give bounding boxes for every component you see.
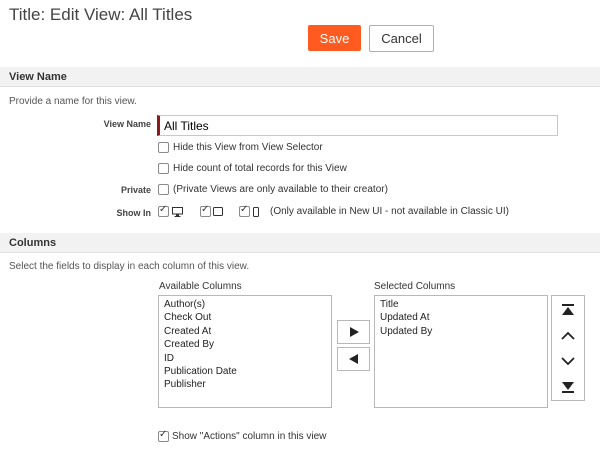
selected-columns-title: Selected Columns xyxy=(374,281,456,292)
available-columns-title: Available Columns xyxy=(159,281,242,292)
list-item[interactable]: Updated By xyxy=(380,325,542,338)
move-to-top-icon xyxy=(561,303,575,316)
columns-description: Select the fields to display in each col… xyxy=(9,261,250,272)
show-in-label: Show In xyxy=(116,208,152,218)
desktop-icon xyxy=(172,206,183,217)
list-item[interactable]: Updated At xyxy=(380,311,542,324)
move-to-top-button[interactable] xyxy=(552,296,584,322)
view-name-input[interactable] xyxy=(157,115,558,136)
chevron-up-icon xyxy=(561,331,575,340)
actions-column-row: Show "Actions" column in this view xyxy=(158,429,327,442)
move-to-bottom-icon xyxy=(561,381,575,394)
list-item[interactable]: Check Out xyxy=(164,311,326,324)
view-name-label: View Name xyxy=(103,119,151,129)
actions-column-label: Show "Actions" column in this view xyxy=(172,431,327,442)
chevron-down-icon xyxy=(561,356,575,366)
show-in-phone-checkbox[interactable] xyxy=(239,204,250,217)
view-name-section-heading: View Name xyxy=(0,67,600,87)
hide-count-row: Hide count of total records for this Vie… xyxy=(158,163,347,174)
move-down-button[interactable] xyxy=(552,348,584,374)
list-item[interactable]: Publication Date xyxy=(164,365,326,378)
available-columns-list[interactable]: Author(s) Check Out Created At Created B… xyxy=(158,295,332,408)
hide-count-checkbox[interactable] xyxy=(158,163,169,174)
remove-column-button[interactable] xyxy=(337,347,370,371)
list-item[interactable]: Created At xyxy=(164,325,326,338)
view-name-description: Provide a name for this view. xyxy=(9,96,137,107)
list-item[interactable]: Publisher xyxy=(164,378,326,391)
move-up-button[interactable] xyxy=(552,322,584,348)
move-to-bottom-button[interactable] xyxy=(552,374,584,400)
private-row: (Private Views are only available to the… xyxy=(158,184,388,195)
private-label: Private xyxy=(120,185,151,195)
hide-from-selector-label: Hide this View from View Selector xyxy=(173,142,323,153)
list-item[interactable]: Author(s) xyxy=(164,298,326,311)
hide-from-selector-row: Hide this View from View Selector xyxy=(158,142,323,153)
columns-section-heading: Columns xyxy=(0,233,600,253)
show-in-tablet-checkbox[interactable] xyxy=(200,204,211,217)
column-order-controls xyxy=(551,295,585,401)
private-note: (Private Views are only available to the… xyxy=(173,184,388,195)
show-in-desktop-checkbox[interactable] xyxy=(158,204,169,217)
list-item[interactable]: Title xyxy=(380,298,542,311)
add-column-button[interactable] xyxy=(337,320,370,344)
tablet-icon xyxy=(213,207,223,216)
list-item[interactable]: ID xyxy=(164,352,326,365)
save-button[interactable]: Save xyxy=(308,25,361,51)
cancel-button[interactable]: Cancel xyxy=(369,25,434,52)
phone-icon xyxy=(253,206,259,217)
show-in-row: (Only available in New UI - not availabl… xyxy=(158,204,509,217)
list-item[interactable]: Created By xyxy=(164,338,326,351)
page-title: Title: Edit View: All Titles xyxy=(9,5,193,24)
hide-count-label: Hide count of total records for this Vie… xyxy=(173,163,347,174)
arrow-right-icon xyxy=(348,326,360,338)
show-in-note: (Only available in New UI - not availabl… xyxy=(270,206,509,217)
arrow-left-icon xyxy=(348,353,360,365)
selected-columns-list[interactable]: Title Updated At Updated By xyxy=(374,295,548,408)
actions-column-checkbox[interactable] xyxy=(158,429,169,442)
hide-from-selector-checkbox[interactable] xyxy=(158,142,169,153)
private-checkbox[interactable] xyxy=(158,184,169,195)
